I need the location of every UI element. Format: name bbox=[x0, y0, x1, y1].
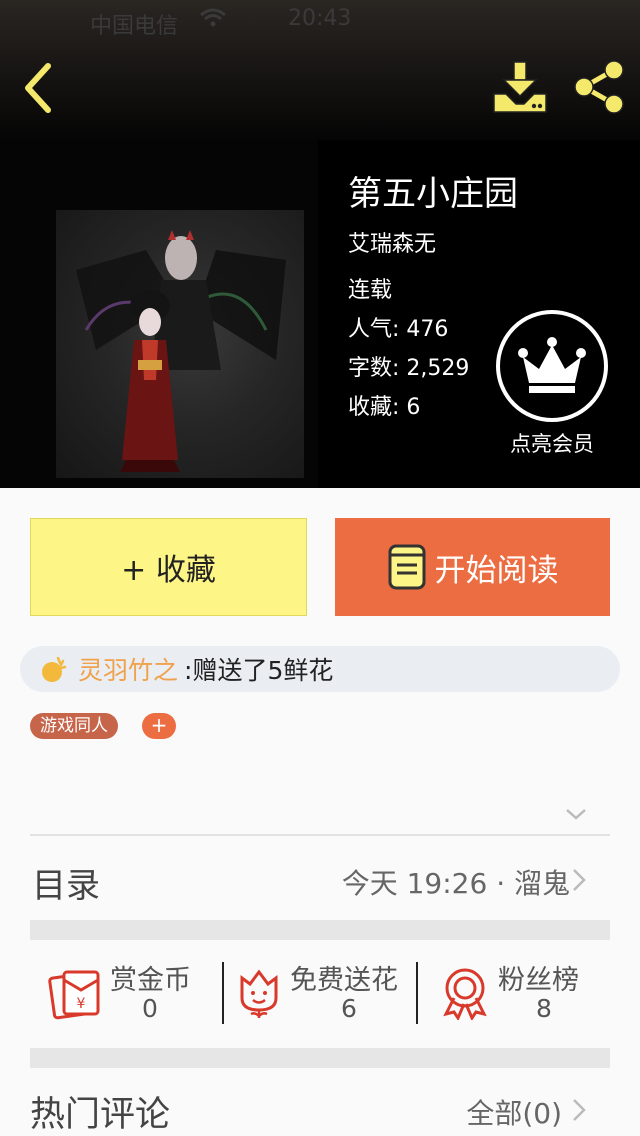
status-bar: 中国电信 20:43 bbox=[0, 0, 640, 40]
stat-value: 2,529 bbox=[406, 356, 470, 381]
reward-value: 8 bbox=[536, 994, 552, 1023]
share-icon bbox=[574, 60, 624, 114]
book-title: 第五小庄园 bbox=[348, 174, 518, 214]
book-cover[interactable] bbox=[56, 210, 304, 478]
wifi-icon bbox=[200, 8, 226, 34]
download-button[interactable] bbox=[492, 60, 548, 114]
popularity-stat: 人气: 476 bbox=[348, 311, 448, 343]
divider bbox=[222, 962, 224, 1024]
toc-title[interactable]: 目录 bbox=[32, 858, 100, 907]
book-author[interactable]: 艾瑞森无 bbox=[348, 226, 436, 258]
divider bbox=[416, 962, 418, 1024]
book-status: 连载 bbox=[348, 278, 393, 303]
reward-label: 粉丝榜 bbox=[498, 965, 579, 996]
section-separator bbox=[30, 1048, 610, 1068]
reward-label: 免费送花 bbox=[290, 965, 398, 996]
divider bbox=[30, 834, 610, 836]
gift-message: :赠送了5鲜花 bbox=[184, 656, 334, 685]
vip-badge bbox=[496, 310, 608, 422]
free-flowers-item[interactable]: 免费送花 6 bbox=[232, 958, 410, 1028]
share-button[interactable] bbox=[570, 58, 628, 116]
chevron-right-icon[interactable] bbox=[570, 866, 588, 894]
add-to-favorites-button[interactable]: + 收藏 bbox=[30, 518, 307, 616]
start-reading-button[interactable]: 开始阅读 bbox=[335, 518, 610, 616]
stat-label: 字数: bbox=[348, 356, 400, 381]
chevron-down-icon[interactable] bbox=[564, 806, 588, 822]
read-label: 开始阅读 bbox=[434, 552, 559, 589]
reward-coins-item[interactable]: ¥ 赏金币 0 bbox=[48, 958, 208, 1028]
stat-value: 476 bbox=[406, 317, 449, 342]
stat-label: 人气: bbox=[348, 317, 400, 342]
vip-button[interactable]: 点亮会员 bbox=[494, 310, 610, 460]
chevron-left-icon bbox=[25, 63, 51, 113]
reward-value: 6 bbox=[341, 994, 357, 1023]
clock: 20:43 bbox=[288, 6, 352, 31]
section-separator bbox=[30, 920, 610, 940]
reward-label: 赏金币 bbox=[110, 965, 191, 996]
book-header: 中国电信 20:43 第五小庄园 艾瑞森无 连载 人气: 476 字数: 2,5… bbox=[0, 0, 640, 488]
cover-illustration bbox=[76, 230, 286, 472]
all-comments-link[interactable]: 全部(0) bbox=[466, 1092, 562, 1132]
stat-value: 6 bbox=[406, 395, 421, 420]
clap-icon bbox=[42, 656, 67, 682]
hot-comments-title: 热门评论 bbox=[30, 1095, 171, 1135]
back-button[interactable] bbox=[18, 60, 62, 116]
latest-chapter[interactable]: 今天 19:26 · 溜鬼 bbox=[342, 862, 570, 902]
genre-tag[interactable]: 游戏同人 bbox=[30, 713, 118, 739]
gift-notification[interactable]: 灵羽竹之 :赠送了5鲜花 bbox=[20, 646, 620, 692]
download-icon bbox=[493, 61, 547, 113]
word-count-stat: 字数: 2,529 bbox=[348, 350, 469, 382]
carrier-label: 中国电信 bbox=[90, 14, 179, 39]
add-tag-button[interactable]: + bbox=[142, 713, 176, 739]
crown-icon bbox=[518, 337, 586, 393]
chevron-right-icon[interactable] bbox=[570, 1096, 588, 1124]
favorites-stat: 收藏: 6 bbox=[348, 389, 420, 421]
book-icon bbox=[388, 544, 425, 590]
gift-sender[interactable]: 灵羽竹之 bbox=[78, 651, 178, 687]
vip-label: 点亮会员 bbox=[510, 432, 594, 456]
stat-label: 收藏: bbox=[348, 395, 400, 420]
fan-ranking-item[interactable]: 粉丝榜 8 bbox=[438, 958, 598, 1028]
reward-value: 0 bbox=[142, 994, 158, 1023]
favorite-label: + 收藏 bbox=[121, 553, 216, 588]
